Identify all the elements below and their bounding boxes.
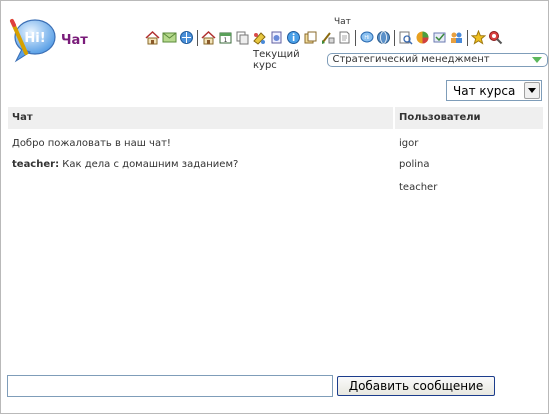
mail-icon[interactable]: [161, 29, 178, 46]
add-message-button[interactable]: Добавить сообщение: [337, 376, 495, 396]
svg-text:1: 1: [224, 37, 228, 44]
notepad-icon[interactable]: [268, 29, 285, 46]
toolbar-separator: [467, 29, 468, 46]
message-input[interactable]: [7, 375, 333, 397]
chat-icon[interactable]: Hi: [358, 29, 375, 46]
home-icon[interactable]: [200, 29, 217, 46]
toolbar: 1 Hi: [144, 28, 504, 47]
app-title: Чат: [61, 33, 88, 48]
users-icon[interactable]: [448, 29, 465, 46]
chat-logo-icon: Hi!: [8, 15, 58, 65]
globe-icon[interactable]: [178, 29, 195, 46]
user-list-item: polina: [399, 159, 430, 170]
chart-icon[interactable]: [414, 29, 431, 46]
toolbar-separator: [394, 29, 395, 46]
chat-column-header: Чат: [8, 107, 393, 129]
message-author: teacher:: [12, 159, 60, 170]
files-icon[interactable]: [302, 29, 319, 46]
message-text: Добро пожаловать в наш чат!: [12, 138, 171, 149]
user-list-item: igor: [399, 138, 419, 149]
chat-message: teacher: Как дела с домашним заданием?: [12, 159, 238, 170]
message-text: Как дела с домашним заданием?: [62, 159, 239, 170]
page-icon[interactable]: [336, 29, 353, 46]
check-icon[interactable]: [431, 29, 448, 46]
home-icon[interactable]: [144, 29, 161, 46]
toolbar-separator: [355, 29, 356, 46]
current-course-label: Текущий курс: [253, 49, 300, 71]
paint-icon[interactable]: [251, 29, 268, 46]
chevron-down-icon: [528, 88, 536, 93]
chevron-down-icon: [532, 57, 542, 63]
web-icon[interactable]: [375, 29, 392, 46]
search-doc-icon[interactable]: [397, 29, 414, 46]
info-icon[interactable]: [285, 29, 302, 46]
course-select[interactable]: Стратегический менеджмент: [327, 53, 548, 67]
copy-icon[interactable]: [234, 29, 251, 46]
toolbar-separator: [197, 29, 198, 46]
users-column-header: Пользователи: [395, 107, 543, 129]
chat-window: Hi! Чат Чат 1 Hi Текущий курс Стратегиче…: [0, 0, 549, 414]
chat-message: Добро пожаловать в наш чат!: [12, 138, 171, 149]
find-icon[interactable]: [487, 29, 504, 46]
course-select-value: Стратегический менеджмент: [332, 54, 490, 65]
chat-type-value: Чат курса: [453, 83, 516, 98]
current-course-row: Текущий курс Стратегический менеджмент: [253, 49, 548, 71]
calendar-icon[interactable]: 1: [217, 29, 234, 46]
chat-type-select[interactable]: Чат курса: [446, 80, 542, 101]
user-list-item: teacher: [399, 182, 438, 193]
svg-text:Hi!: Hi!: [24, 31, 45, 46]
svg-text:Hi: Hi: [364, 35, 369, 41]
star-icon[interactable]: [470, 29, 487, 46]
toolbar-caption: Чат: [334, 17, 351, 27]
brush-icon[interactable]: [319, 29, 336, 46]
chat-type-dropdown-button[interactable]: [524, 82, 540, 99]
